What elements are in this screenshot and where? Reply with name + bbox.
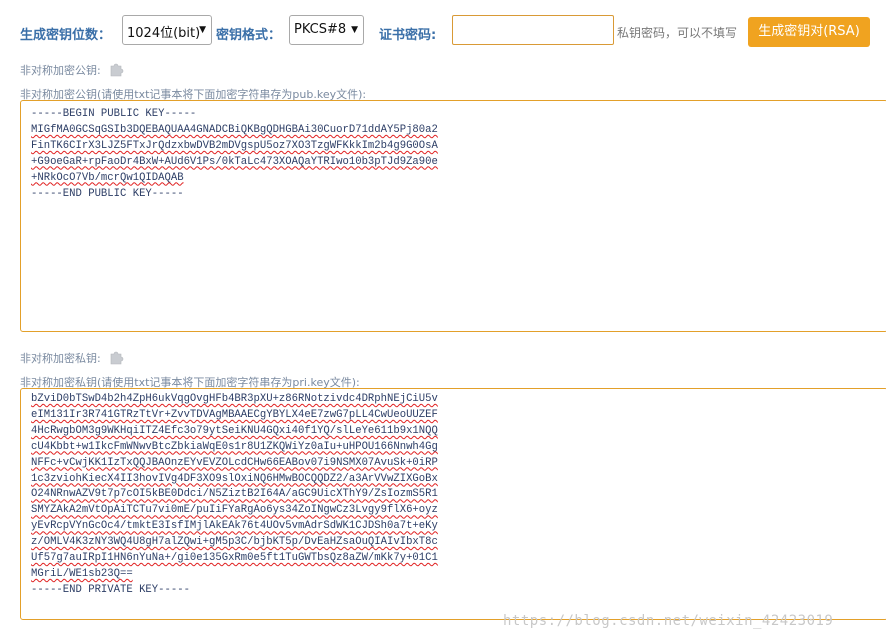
cert-password-hint: 私钥密码，可以不填写 (617, 26, 738, 40)
key-line: +NRkOcO7Vb/mcrQw1QIDAQAB (31, 171, 184, 184)
key-line: 4HcRwgbOM3g9WKHqiITZ4Efc3o79ytSeiKNU4GQx… (31, 424, 438, 437)
key-line: cU4Kbbt+w1IkcFmWNwvBtcZbkiaWqE0s1r8U1ZKQ… (31, 440, 438, 453)
key-line: eIM131Ir3R741GTRzTtVr+ZvvTDVAgMBAAECgYBY… (31, 408, 438, 421)
key-bits-select[interactable]: 1024位(bit) ▼ (122, 15, 212, 45)
key-line: yEvRcpVYnGcOc4/tmktE3IsfIMjlAkEAk76t4UOv… (31, 520, 438, 533)
watermark-url: https://blog.csdn.net/weixin_42423019 (503, 613, 834, 629)
key-format-select[interactable]: PKCS#8 ▼ (289, 15, 364, 45)
public-key-label: 非对称加密公钥: (20, 64, 101, 77)
key-line: MGriL/WE1sb23Q== (31, 567, 133, 580)
public-key-textarea[interactable]: -----BEGIN PUBLIC KEY----- MIGfMA0GCSqGS… (20, 100, 886, 332)
key-bits-value: 1024位(bit) (127, 26, 201, 41)
cert-password-label: 证书密码: (379, 28, 437, 43)
key-line: -----BEGIN PUBLIC KEY----- (31, 108, 197, 120)
private-key-label: 非对称加密私钥: (20, 352, 101, 365)
key-line: MIGfMA0GCSqGSIb3DQEBAQUAA4GNADCBiQKBgQDH… (31, 123, 438, 136)
key-line: SMYZAkA2mVtOpAiTCTu7vi0mE/puIiFYaRgAo6ys… (31, 504, 438, 517)
key-line: z/OMLV4K3zNY3WQ4U8gH7alZQwi+gM5p3C/bjbKT… (31, 536, 438, 549)
key-line: O24NRnwAZV9t7p7cOI5kBE0Ddci/N5ZiztB2I64A… (31, 488, 438, 501)
key-line: 1c3zviohKiecX4II3hovIVg4DF3XO9slOxiNQ6HM… (31, 472, 438, 485)
key-line: -----END PRIVATE KEY----- (31, 583, 190, 596)
key-bits-label: 生成密钥位数： (20, 28, 112, 43)
key-line: +G9oeGaR+rpFaoDr4BxW+AUd6V1Ps/0kTaLc473X… (31, 155, 438, 168)
chevron-down-icon: ▼ (351, 25, 358, 35)
key-line: bZviD0bTSwD4b2h4ZpH6ukVqgOvgHFb4BR3pXU+z… (31, 393, 438, 405)
cert-password-input[interactable] (452, 15, 614, 45)
key-line: Uf57g7auIRpI1HN6nYuNa+/gi0e135GxRm0e5ft1… (31, 552, 438, 565)
generate-keypair-button[interactable]: 生成密钥对(RSA) (748, 17, 870, 47)
puzzle-plugin-icon (108, 348, 126, 366)
key-format-value: PKCS#8 (294, 22, 347, 37)
puzzle-plugin-icon (108, 60, 126, 78)
toolbar: 生成密钥位数： 1024位(bit) ▼ 密钥格式： PKCS#8 ▼ 证书密码… (0, 14, 886, 50)
key-line: NFFc+vCwjKK1IzTxQQJBAOnzEYvEVZOLcdCHw66E… (31, 456, 438, 469)
key-line: -----END PUBLIC KEY----- (31, 187, 184, 200)
private-key-textarea[interactable]: bZviD0bTSwD4b2h4ZpH6ukVqgOvgHFb4BR3pXU+z… (20, 388, 886, 620)
key-line: FinTK6CIrX3LJZ5FTxJrQdzxbwDVB2mDVgspU5oz… (31, 139, 438, 152)
chevron-down-icon: ▼ (199, 25, 206, 35)
key-format-label: 密钥格式： (216, 28, 282, 43)
